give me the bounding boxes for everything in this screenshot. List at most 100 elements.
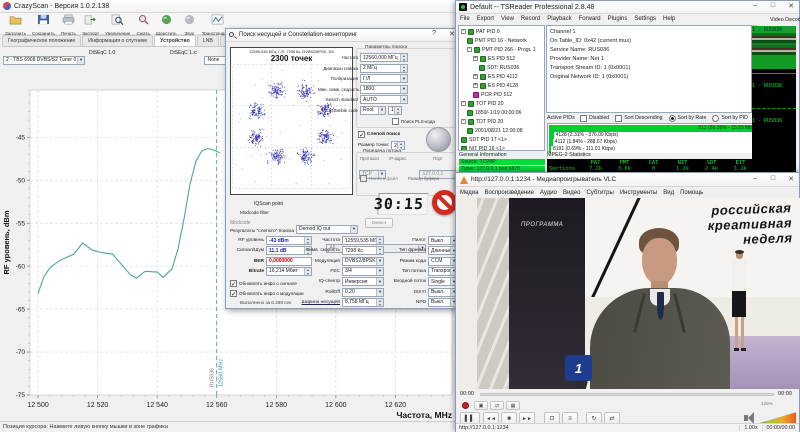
tab-1[interactable]: Географическое положение — [2, 35, 81, 46]
vlc-menu-item[interactable]: Воспроизведение — [484, 190, 534, 196]
update-signal-checkbox[interactable] — [230, 280, 237, 287]
expand-toggle-icon[interactable]: - — [467, 47, 472, 52]
expand-toggle-icon[interactable]: - — [461, 29, 466, 34]
maximize-button[interactable]: □ — [767, 2, 779, 10]
pid-rate-row[interactable]: 512 (86.36% - 15.93 Mbps) — [549, 125, 761, 132]
result-value[interactable]: Выкл. — [428, 298, 458, 307]
pid-option-sort-descending[interactable]: Sort Descending — [615, 115, 662, 122]
dialog-titlebar[interactable]: Поиск несущей и Constellation-мониторинг… — [226, 29, 460, 42]
expand-toggle-icon[interactable]: + — [473, 83, 478, 88]
param-value[interactable]: Root — [360, 106, 386, 115]
tree-node[interactable]: -TDT PID 20 — [460, 117, 543, 126]
expand-toggle-icon[interactable]: - — [461, 119, 466, 124]
menu-plugins[interactable]: Plugins — [608, 16, 628, 22]
param-value[interactable]: Г/Л — [360, 74, 408, 83]
menu-file[interactable]: File — [460, 16, 470, 22]
detect-button[interactable]: Detect — [365, 218, 393, 228]
menu-record[interactable]: Record — [521, 16, 540, 22]
toolbar-button-scan[interactable]: Сжать — [134, 14, 151, 34]
stop-icon[interactable] — [432, 190, 457, 215]
vlc-menu-item[interactable]: Инструменты — [620, 190, 657, 196]
result-value[interactable]: Single — [428, 277, 458, 286]
tsreader-titlebar[interactable]: Default -- TSReader Professional 2.8.48 … — [456, 1, 799, 14]
video-frame[interactable]: ПРОГРАММА российская креативная неделя — [457, 198, 800, 389]
radio-icon[interactable] — [712, 115, 719, 122]
param-value[interactable]: AUTO — [360, 95, 408, 104]
tree-node[interactable]: -PAT PID 0 — [460, 27, 543, 36]
radio-icon[interactable] — [669, 115, 676, 122]
update-mod-checkbox[interactable] — [230, 290, 237, 297]
vlc-menu-item[interactable]: Субтитры — [586, 190, 613, 196]
menu-view[interactable]: View — [501, 16, 514, 22]
expand-toggle-icon[interactable]: + — [473, 74, 478, 79]
menu-export[interactable]: Export — [477, 16, 494, 22]
vlc-menu-item[interactable]: Помощь — [680, 190, 703, 196]
menu-playback[interactable]: Playback — [547, 16, 571, 22]
toolbar-button-save[interactable]: Сохранить — [30, 14, 57, 34]
time-indicator[interactable]: 00:00/00:00 — [762, 425, 799, 431]
stream-to-file-checkbox[interactable] — [360, 175, 367, 182]
tab-2[interactable]: Информация о спутнике — [82, 35, 153, 46]
result-value[interactable]: Transport — [428, 267, 458, 276]
help-button[interactable]: ? — [428, 30, 440, 38]
param-value2[interactable]: 1 — [388, 106, 402, 115]
maximize-button[interactable]: □ — [767, 175, 779, 183]
toolbar-button-print[interactable]: Печать — [59, 14, 78, 34]
param-value[interactable]: 1800 — [360, 85, 408, 94]
blind-search-checkbox[interactable] — [358, 131, 365, 138]
pid-rate-row[interactable]: 4112 (1.84% - 288.67 Kbps) — [549, 139, 761, 146]
checkbox-icon[interactable] — [580, 115, 587, 122]
checkbox-icon[interactable] — [615, 115, 622, 122]
tree-node[interactable]: +ES PID 4128 — [460, 81, 543, 90]
vlc-titlebar[interactable]: http://127.0.0.1:1234 - Медиапроигрывате… — [456, 173, 799, 187]
vlc-menu-item[interactable]: Аудио — [540, 190, 557, 196]
result-value[interactable]: Выкл. — [428, 236, 458, 245]
close-button[interactable]: ✕ — [785, 175, 797, 183]
menu-forward[interactable]: Forward — [579, 16, 601, 22]
tree-node[interactable]: PCR PID 512 — [460, 90, 543, 99]
tab-4[interactable]: LNB — [197, 35, 219, 46]
tree-node[interactable]: 1859/-1/19 00:00:06 — [460, 108, 543, 117]
pid-option-sort-by-pid[interactable]: Sort by PID — [712, 115, 748, 122]
expand-toggle-icon[interactable]: - — [461, 101, 466, 106]
tree-node[interactable]: +ES PID 512 — [460, 54, 543, 63]
param-value[interactable]: 12560,000 МГц — [360, 53, 408, 62]
expand-toggle-icon[interactable]: + — [473, 56, 478, 61]
minimize-button[interactable]: – — [749, 2, 761, 10]
tab-3[interactable]: Устройство — [154, 35, 196, 46]
seek-bar[interactable] — [480, 393, 774, 396]
vlc-menu-item[interactable]: Видео — [563, 190, 581, 196]
snapshot-button[interactable]: ▣ — [474, 401, 488, 410]
pid-option-disabled[interactable]: Disabled — [580, 115, 609, 122]
result-value[interactable]: CCM — [428, 257, 458, 266]
tree-node[interactable]: +ES PID 4112 — [460, 72, 543, 81]
minimize-button[interactable]: – — [749, 175, 761, 183]
toolbar-button-export[interactable]: Экспорт — [80, 14, 101, 34]
tree-node[interactable]: 2001/08/21 12:00:08 — [460, 126, 543, 135]
globe-scan-button[interactable] — [426, 127, 451, 152]
result-value[interactable]: Длинный — [428, 246, 458, 255]
pid-option-sort-by-rate[interactable]: Sort by Rate — [669, 115, 707, 122]
pls-code-checkbox[interactable] — [392, 118, 399, 125]
param-value[interactable]: 2 МГц — [360, 64, 408, 73]
tree-node[interactable]: -TOT PID 20 — [460, 99, 543, 108]
tree-node[interactable]: -PMT PID 266 - Progr. 1 — [460, 45, 543, 54]
pid-rate-row[interactable]: 4128 (2.31% - 376.09 Kbps) — [549, 132, 761, 139]
pid-tree[interactable]: -PAT PID 0PMT PID 16 - Network-PMT PID 2… — [458, 25, 545, 151]
toolbar-button-zoom[interactable]: Увеличение — [103, 14, 132, 34]
result-value[interactable]: Выкл. — [428, 288, 458, 297]
pid-rate-list[interactable]: 512 (86.36% - 15.93 Mbps)4128 (2.31% - 3… — [547, 123, 763, 152]
playback-speed[interactable]: 1.00x — [739, 425, 761, 431]
frame-button[interactable]: ▦ — [506, 401, 520, 410]
vlc-menu-item[interactable]: Медиа — [460, 190, 478, 196]
tree-node[interactable]: SDT: RUS036 — [460, 63, 543, 72]
iqscan-select[interactable]: Demod IQ out — [296, 225, 358, 234]
toolbar-button-sound[interactable]: Звук — [181, 14, 198, 34]
tree-node[interactable]: SDT PID 17 <1> — [460, 135, 543, 144]
toolbar-button-blindscan[interactable]: Шерстить — [154, 14, 179, 34]
tree-node[interactable]: PMT PID 16 - Network — [460, 36, 543, 45]
loop-ab-button[interactable]: ⇄ — [490, 401, 504, 410]
toolbar-button-open-folder[interactable]: Загрузить — [3, 14, 28, 34]
tree-node[interactable]: NIT PID 16 <1> — [460, 144, 543, 151]
vlc-menu-item[interactable]: Вид — [663, 190, 674, 196]
